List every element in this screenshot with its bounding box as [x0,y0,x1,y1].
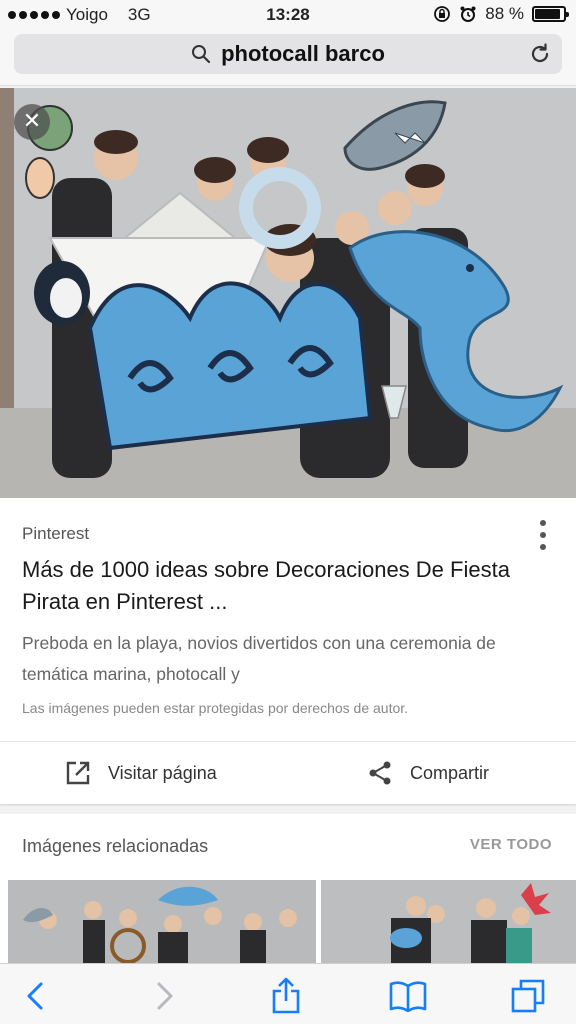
forward-button[interactable] [144,976,184,1016]
visit-page-label: Visitar página [108,762,217,783]
related-thumbnail[interactable] [8,880,316,964]
alarm-icon [460,6,476,22]
external-link-icon [66,761,90,785]
result-card: Pinterest Más de 1000 ideas sobre Decora… [0,498,576,804]
view-all-link[interactable]: VER TODO [470,836,552,853]
result-title[interactable]: Más de 1000 ideas sobre Decoraciones De … [22,554,536,618]
visit-page-button[interactable]: Visitar página [64,756,217,790]
related-photo-2 [321,880,576,964]
photocall-photo [0,88,576,498]
battery-fill [535,9,560,19]
battery-percent: 88 % [485,4,524,23]
related-photo-1 [8,880,316,964]
browser-toolbar [0,963,576,1024]
rotation-lock-icon [434,6,451,22]
result-image[interactable]: ✕ [0,88,576,498]
status-right: 88 % [433,4,569,24]
result-source[interactable]: Pinterest [22,524,89,544]
search-query: photocall barco [221,41,385,66]
more-vert-icon[interactable] [536,520,550,550]
back-button[interactable] [16,976,56,1016]
address-bar-area: photocall barco [0,30,576,86]
battery-icon [532,6,569,22]
divider [0,741,576,742]
status-bar: Yoigo 3G 13:28 88 % [0,0,576,30]
share-toolbar-button[interactable] [266,976,306,1016]
bookmarks-button[interactable] [388,976,428,1016]
share-label: Compartir [410,762,490,783]
share-icon [369,761,391,785]
chevron-right-icon [157,982,173,1010]
tabs-icon [511,979,545,1013]
close-image-button[interactable]: ✕ [14,104,50,140]
copyright-notice: Las imágenes pueden estar protegidas por… [22,700,409,716]
tabs-button[interactable] [508,976,548,1016]
chevron-left-icon [27,982,43,1010]
result-description: Preboda en la playa, novios divertidos c… [22,633,496,684]
book-icon [389,981,427,1012]
related-images-title: Imágenes relacionadas [22,836,209,856]
address-bar[interactable]: photocall barco [14,34,562,74]
share-toolbar-icon [272,977,300,1014]
reload-icon[interactable] [528,42,552,66]
related-images-section: Imágenes relacionadas VER TODO [0,814,576,964]
share-button[interactable]: Compartir [366,756,489,790]
search-icon [192,45,211,64]
related-thumbnail[interactable] [321,880,576,964]
close-icon: ✕ [22,108,42,133]
